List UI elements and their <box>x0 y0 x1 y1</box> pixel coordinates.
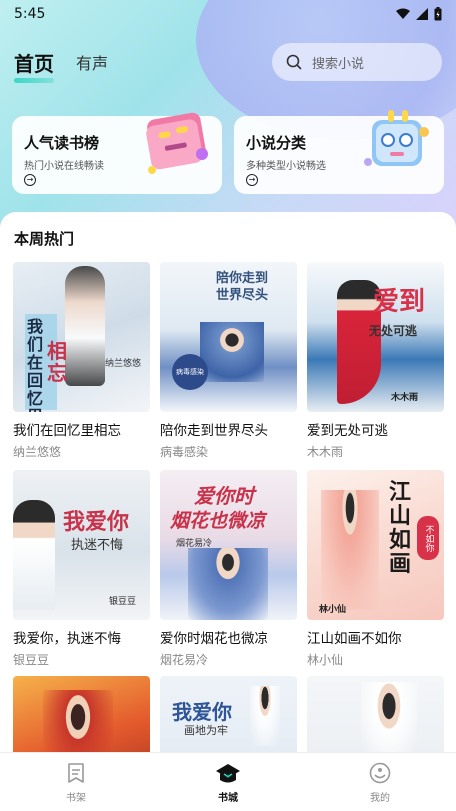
book-card[interactable]: 爱你时 烟花也微凉 烟花易冷 爱你时烟花也微凉 烟花易冷 <box>160 470 297 668</box>
cover-subtitle: 烟花也微凉 <box>170 510 266 532</box>
top-header: 首页 有声 搜索小说 <box>14 40 442 84</box>
book-cover: 我爱你 画地为牢 <box>160 676 297 752</box>
tabbar-label: 我的 <box>370 792 390 804</box>
book-title: 爱你时烟花也微凉 <box>160 631 268 647</box>
section-title: 本周热门 <box>14 230 75 248</box>
book-card[interactable]: 我爱你 执迷不悔 银豆豆 我爱你，执迷不悔 银豆豆 <box>13 470 150 668</box>
signal-icon <box>416 8 428 20</box>
promo-category-card[interactable]: 小说分类 多种类型小说畅选 → <box>234 110 444 194</box>
cover-author: 银豆豆 <box>109 597 137 607</box>
book-cover <box>307 676 444 752</box>
search-box[interactable]: 搜索小说 <box>272 43 442 81</box>
book-cover: 爱你时 烟花也微凉 烟花易冷 <box>160 470 297 620</box>
book-mascot-icon <box>146 112 208 174</box>
cover-title: 陪你走到 世界尽头 <box>216 271 269 303</box>
cover-author: 纳兰悠悠 <box>105 359 142 369</box>
book-title: 江山如画不如你 <box>307 631 402 647</box>
book-card[interactable] <box>13 676 150 752</box>
book-title: 爱到无处可逃 <box>307 423 388 439</box>
search-placeholder: 搜索小说 <box>312 56 365 72</box>
book-author: 纳兰悠悠 <box>13 445 62 459</box>
cover-author: 林小仙 <box>319 605 347 615</box>
search-icon <box>286 54 302 70</box>
book-author: 病毒感染 <box>160 445 209 459</box>
status-bar: 5:45 <box>0 0 456 28</box>
cover-title-accent: 相忘 <box>47 339 67 385</box>
tabbar-profile[interactable]: 我的 <box>304 753 456 811</box>
book-cover: 陪你走到 世界尽头 病毒感染 <box>160 262 297 412</box>
tabbar-label: 书城 <box>218 792 238 804</box>
book-title: 我爱你，执迷不悔 <box>13 631 121 647</box>
wifi-icon <box>396 8 410 19</box>
book-cover: 江山如画 不如你 林小仙 <box>307 470 444 620</box>
profile-icon <box>369 762 391 783</box>
status-icons <box>396 7 442 21</box>
tab-home[interactable]: 首页 <box>14 48 54 83</box>
cover-title: 爱你时 <box>194 484 254 508</box>
book-card[interactable]: 陪你走到 世界尽头 病毒感染 陪你走到世界尽头 病毒感染 <box>160 262 297 460</box>
book-author: 烟花易冷 <box>160 653 209 667</box>
cover-title: 江山如画 <box>389 479 412 577</box>
tabbar-bookshelf[interactable]: 书架 <box>0 753 152 811</box>
cover-title: 我们在回忆里 <box>27 317 44 413</box>
main-content: 本周热门 我们在回忆里 相忘 纳兰悠悠 我们在回忆里相忘 纳兰悠悠 陪 <box>0 212 456 752</box>
book-card[interactable] <box>307 676 444 752</box>
tabbar-label: 书架 <box>66 792 86 804</box>
status-time: 5:45 <box>14 6 46 22</box>
battery-icon <box>434 7 442 21</box>
book-cover: 爱到 无处可逃 木木雨 <box>307 262 444 412</box>
cover-author-badge: 病毒感染 <box>172 354 208 390</box>
book-card[interactable]: 江山如画 不如你 林小仙 江山如画不如你 林小仙 <box>307 470 444 668</box>
cover-author: 木木雨 <box>391 393 419 403</box>
book-title: 我们在回忆里相忘 <box>13 423 121 439</box>
robot-mascot-icon <box>364 110 429 166</box>
arrow-right-circle-icon: → <box>24 174 36 186</box>
bottom-tab-bar: 书架 书城 我的 <box>0 752 456 811</box>
book-card[interactable]: 爱到 无处可逃 木木雨 爱到无处可逃 木木雨 <box>307 262 444 460</box>
cover-subtitle: 无处可逃 <box>369 324 418 338</box>
bookshelf-icon <box>68 762 84 783</box>
book-author: 银豆豆 <box>13 653 50 667</box>
book-cover: 我们在回忆里 相忘 纳兰悠悠 <box>13 262 150 412</box>
book-cover: 我爱你 执迷不悔 银豆豆 <box>13 470 150 620</box>
arrow-right-circle-icon: → <box>246 174 258 186</box>
book-author: 木木雨 <box>307 445 344 459</box>
cover-badge: 不如你 <box>417 516 439 560</box>
book-card[interactable]: 我们在回忆里 相忘 纳兰悠悠 我们在回忆里相忘 纳兰悠悠 <box>13 262 150 460</box>
cover-title: 我爱你 <box>172 700 232 724</box>
cover-title: 我爱你 <box>63 509 130 535</box>
promo-row: 人气读书榜 热门小说在线畅读 → 小说分类 多种类型小说畅选 → <box>12 110 444 194</box>
cover-title: 爱到 <box>373 287 426 317</box>
cover-subtitle: 画地为牢 <box>184 724 228 737</box>
promo-ranking-card[interactable]: 人气读书榜 热门小说在线畅读 → <box>12 112 222 194</box>
tabbar-bookstore[interactable]: 书城 <box>152 753 304 811</box>
book-card[interactable]: 我爱你 画地为牢 <box>160 676 297 752</box>
bookstore-icon <box>216 763 240 782</box>
book-cover <box>13 676 150 752</box>
tab-audio[interactable]: 有声 <box>76 50 108 74</box>
book-author: 林小仙 <box>307 653 344 667</box>
cover-subtitle: 执迷不悔 <box>71 538 124 553</box>
book-title: 陪你走到世界尽头 <box>160 423 268 439</box>
